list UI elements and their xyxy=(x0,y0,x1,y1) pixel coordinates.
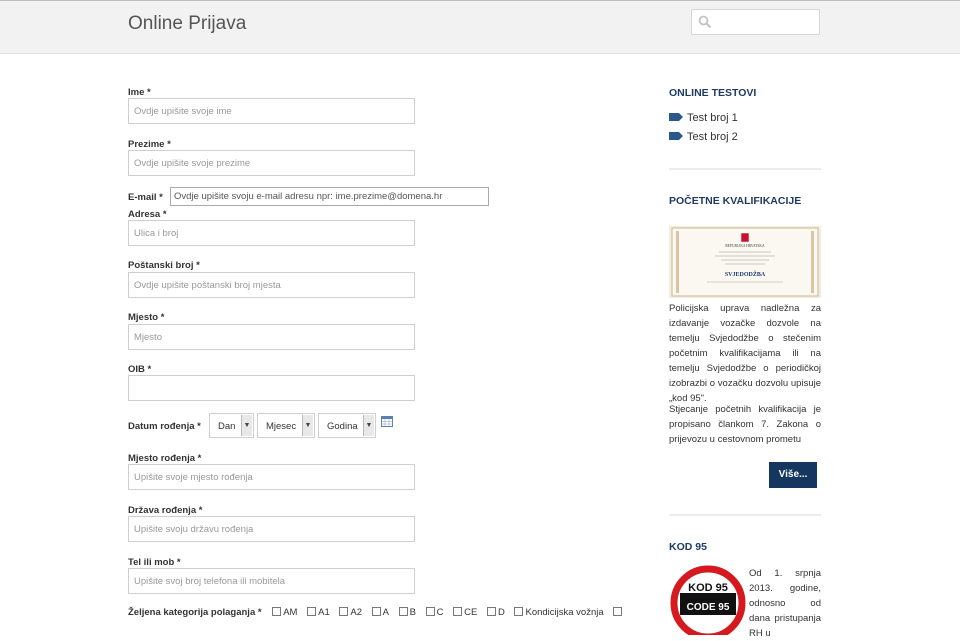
bullet-icon xyxy=(669,113,679,121)
arrow-right-icon xyxy=(679,132,683,140)
prezime-label: Prezime * xyxy=(128,139,171,150)
postanski-field[interactable] xyxy=(128,272,415,298)
kod95-sign-image: KOD 95 CODE 95 xyxy=(670,565,746,635)
checkbox[interactable] xyxy=(371,607,381,616)
option-label: A2 xyxy=(350,607,362,618)
option-label: Kondicijska vožnja xyxy=(525,607,604,618)
checkbox[interactable] xyxy=(307,607,317,616)
kategorija-option-ce[interactable]: CE xyxy=(453,607,477,618)
kategorija-option-extra[interactable] xyxy=(613,607,624,618)
datum-label: Datum rođenja * xyxy=(128,421,201,432)
option-label: D xyxy=(497,607,505,618)
kategorija-option-am[interactable]: AM xyxy=(272,607,297,618)
certificate-title-label: SVJEDODŽBA xyxy=(725,270,766,278)
chevron-down-icon: ▼ xyxy=(302,415,313,436)
option-label: AM xyxy=(283,607,298,618)
online-testovi-heading: ONLINE TESTOVI xyxy=(669,87,757,99)
test-link-label: Test broj 2 xyxy=(687,131,738,143)
kod95-sign-top-label: KOD 95 xyxy=(688,582,728,594)
search-icon xyxy=(698,15,712,29)
drzava-rodenja-label: Država rođenja * xyxy=(128,505,203,516)
vise-button[interactable]: Više... xyxy=(769,462,817,488)
checkbox[interactable] xyxy=(486,607,496,616)
tel-label: Tel ili mob * xyxy=(128,557,181,568)
kod95-heading: KOD 95 xyxy=(669,541,707,553)
mjesec-select[interactable]: Mjesec ▼ xyxy=(257,413,315,438)
ime-field[interactable] xyxy=(128,98,415,124)
checkbox[interactable] xyxy=(514,607,524,616)
checkbox[interactable] xyxy=(453,607,463,616)
test-link-2[interactable]: Test broj 2 xyxy=(669,131,738,143)
checkbox[interactable] xyxy=(425,607,435,616)
mjesec-select-value: Mjesec xyxy=(266,421,297,432)
chevron-down-icon: ▼ xyxy=(241,415,252,436)
option-label: C xyxy=(436,607,444,618)
kategorija-label: Željena kategorija polaganja * xyxy=(128,607,262,618)
adresa-label: Adresa * xyxy=(128,209,167,220)
godina-select[interactable]: Godina ▼ xyxy=(318,413,376,438)
pocetne-paragraph-2: Stjecanje početnih kvalifikacija je prop… xyxy=(669,404,821,445)
ime-label: Ime * xyxy=(128,87,151,98)
godina-select-value: Godina xyxy=(327,421,358,432)
checkbox[interactable] xyxy=(613,607,623,616)
oib-field[interactable] xyxy=(128,375,415,401)
prezime-field[interactable] xyxy=(128,150,415,176)
kategorija-option-c[interactable]: C xyxy=(425,607,444,618)
checkbox[interactable] xyxy=(398,607,408,616)
mjesto-rodenja-field[interactable] xyxy=(128,464,415,490)
option-label: A xyxy=(382,607,389,618)
email-label: E-mail * xyxy=(128,192,163,203)
postanski-label: Poštanski broj * xyxy=(128,260,200,271)
kod95-paragraph: Od 1. srpnja 2013. godine, odnosno od da… xyxy=(749,568,821,639)
chevron-down-icon: ▼ xyxy=(363,415,374,436)
certificate-image: REPUBLIKA HRVATSKA SVJEDODŽBA xyxy=(669,226,821,298)
dan-select[interactable]: Dan ▼ xyxy=(209,413,254,438)
header-bar: Online Prijava xyxy=(0,0,960,54)
email-field[interactable] xyxy=(170,187,489,206)
kategorija-group: Željena kategorija polaganja * AM A1 A2 … xyxy=(128,607,631,621)
calendar-icon[interactable] xyxy=(381,416,393,427)
kategorija-option-b[interactable]: B xyxy=(398,607,416,618)
search-box[interactable] xyxy=(691,9,820,35)
mjesto-field[interactable] xyxy=(128,324,415,350)
test-link-1[interactable]: Test broj 1 xyxy=(669,112,738,124)
divider xyxy=(669,168,821,170)
kategorija-option-a1[interactable]: A1 xyxy=(307,607,330,618)
certificate-republic-label: REPUBLIKA HRVATSKA xyxy=(725,244,765,248)
divider xyxy=(669,514,821,516)
tel-field[interactable] xyxy=(128,568,415,594)
option-label: CE xyxy=(464,607,478,618)
arrow-right-icon xyxy=(679,113,683,121)
search-input[interactable] xyxy=(714,13,814,31)
kategorija-option-a[interactable]: A xyxy=(371,607,389,618)
kategorija-option-d[interactable]: D xyxy=(486,607,505,618)
adresa-field[interactable] xyxy=(128,220,415,246)
kategorija-option-kondicijska[interactable]: Kondicijska vožnja xyxy=(514,607,604,618)
checkbox[interactable] xyxy=(272,607,282,616)
kod95-sign-bottom-label: CODE 95 xyxy=(687,602,730,613)
test-link-label: Test broj 1 xyxy=(687,112,738,124)
page-title: Online Prijava xyxy=(128,13,247,34)
bullet-icon xyxy=(669,132,679,140)
kategorija-option-a2[interactable]: A2 xyxy=(339,607,362,618)
mjesto-label: Mjesto * xyxy=(128,312,165,323)
checkbox[interactable] xyxy=(339,607,349,616)
drzava-rodenja-field[interactable] xyxy=(128,516,415,542)
pocetne-kvalifikacije-heading: POČETNE KVALIFIKACIJE xyxy=(669,195,802,207)
mjesto-rodenja-label: Mjesto rođenja * xyxy=(128,453,202,464)
pocetne-paragraph-1: Policijska uprava nadležna za izdavanje … xyxy=(669,303,821,404)
option-label: A1 xyxy=(318,607,330,618)
option-label: B xyxy=(409,607,416,618)
dan-select-value: Dan xyxy=(218,421,236,432)
oib-label: OIB * xyxy=(128,364,152,375)
